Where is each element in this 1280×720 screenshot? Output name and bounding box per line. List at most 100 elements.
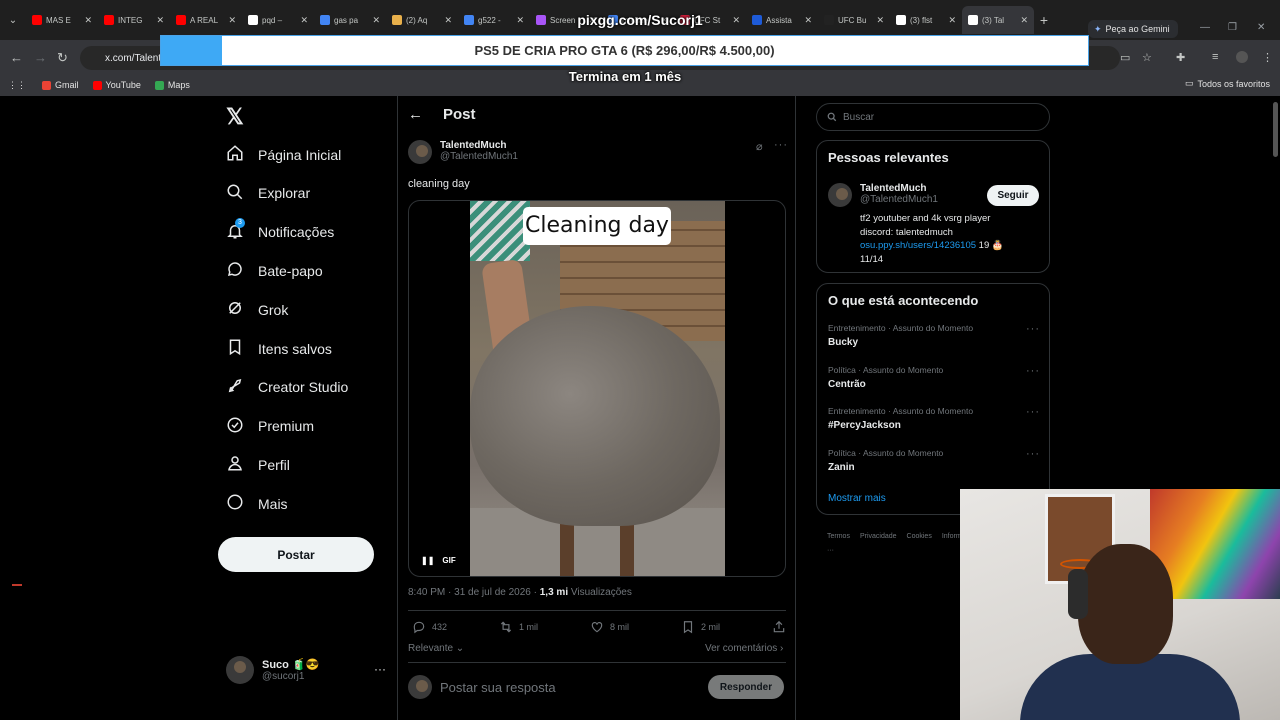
cast-icon[interactable]: ▭ [1120, 51, 1130, 64]
trends-title: O que está acontecendo [828, 293, 979, 308]
show-more-link[interactable]: Mostrar mais [828, 493, 886, 504]
trend-item[interactable]: Política · Assunto do Momento Zanin ··· [828, 448, 1043, 473]
post-time[interactable]: 8:40 PM · 31 de jul de 2026 · [408, 587, 540, 598]
more-circle-icon [226, 493, 244, 514]
views-count: 1,3 mi [539, 587, 569, 598]
gif-shirt [470, 201, 530, 261]
account-more-icon[interactable]: ··· [374, 662, 386, 676]
forward-icon[interactable]: → [34, 50, 47, 65]
footer-link[interactable]: Termos [827, 533, 850, 540]
post-column: ← Post TalentedMuch @TalentedMuch1 ⌀ ···… [397, 96, 796, 720]
nav-item-notifica-es[interactable]: 3 Notificações [226, 217, 335, 243]
menu-icon[interactable]: ⋮ [1262, 51, 1273, 64]
post-more-icon[interactable]: ··· [774, 139, 788, 151]
reply-submit-button[interactable]: Responder [708, 675, 784, 699]
post-author[interactable]: TalentedMuch @TalentedMuch1 [408, 140, 518, 164]
trend-item[interactable]: Entretenimento · Assunto do Momento #Perc… [828, 406, 1043, 431]
relevant-name: TalentedMuch [860, 183, 927, 194]
nav-item-perfil[interactable]: Perfil [226, 454, 290, 475]
grok-icon [226, 299, 244, 320]
nav-item-itens-salvos[interactable]: Itens salvos [226, 338, 332, 359]
gif-image[interactable]: Cleaning day [470, 201, 725, 576]
nav-item-label: Itens salvos [258, 340, 332, 357]
relevant-title: Pessoas relevantes [828, 150, 949, 165]
bell-icon: 3 [226, 217, 245, 243]
chevron-down-icon: ⌄ [453, 643, 465, 654]
trend-more-icon[interactable]: ··· [1026, 365, 1040, 377]
nav-item-p-gina-inicial[interactable]: Página Inicial [226, 144, 341, 165]
user-name: Suco 🧃😎 [262, 659, 320, 671]
trend-name: Bucky [828, 337, 859, 348]
address-text: x.com/Talente [105, 52, 167, 64]
account-switcher[interactable]: Suco 🧃😎 @sucorj1 ··· [226, 656, 386, 684]
nav-item-bate-papo[interactable]: Bate-papo [226, 260, 323, 281]
star-icon[interactable]: ☆ [1142, 51, 1152, 64]
reply-input[interactable]: Postar sua resposta [440, 680, 556, 695]
goal-text: PS5 DE CRIA PRO GTA 6 (R$ 296,00/R$ 4.50… [474, 43, 775, 58]
chat-icon [226, 260, 244, 281]
footer-link[interactable]: Cookies [907, 533, 932, 540]
share-icon [773, 620, 785, 633]
sort-replies-dropdown[interactable]: Relevante ⌄ [408, 643, 464, 654]
like-button[interactable]: 8 mil [590, 620, 629, 634]
trend-name: Zanin [828, 461, 855, 473]
donation-goal-bar: PS5 DE CRIA PRO GTA 6 (R$ 296,00/R$ 4.50… [160, 35, 1089, 66]
post-button[interactable]: Postar [218, 537, 374, 572]
nav-item-premium[interactable]: Premium [226, 416, 314, 437]
avatar [828, 183, 852, 207]
profile-avatar[interactable] [1236, 51, 1248, 63]
back-arrow-icon[interactable]: ← [408, 106, 423, 123]
nav-item-label: Explorar [258, 185, 311, 202]
x-logo-icon[interactable]: 𝕏 [226, 104, 246, 129]
footer-link[interactable]: Privacidade [860, 533, 897, 540]
bookmark-icon [683, 621, 693, 634]
reply-button[interactable]: 432 [412, 620, 447, 634]
search-input[interactable]: Buscar [816, 103, 1050, 131]
nav-item-label: Notificações [258, 224, 335, 241]
nav-item-mais[interactable]: Mais [226, 493, 288, 514]
avatar[interactable] [408, 140, 432, 164]
share-button[interactable] [772, 620, 786, 634]
repost-button[interactable]: 1 mil [499, 620, 538, 634]
view-comments-link[interactable]: Ver comentários › [705, 643, 783, 654]
trend-more-icon[interactable]: ··· [1026, 323, 1040, 335]
bookmark-button[interactable]: 2 mil [681, 620, 720, 634]
gif-caption: Cleaning day [523, 207, 671, 245]
webcam-overlay [960, 489, 1280, 720]
search-icon [827, 112, 837, 122]
repost-icon [500, 621, 512, 633]
author-name[interactable]: TalentedMuch [440, 140, 518, 151]
bio-link[interactable]: osu.ppy.sh/users/14236105 [860, 240, 976, 251]
search-icon [226, 183, 244, 204]
nav-item-label: Grok [258, 301, 289, 318]
follow-button[interactable]: Seguir [987, 185, 1039, 206]
nav-item-label: Creator Studio [258, 379, 349, 396]
bio-birthday: 19 🎂 [976, 240, 1004, 251]
relevant-user[interactable]: TalentedMuch @TalentedMuch1 [828, 183, 938, 207]
scrollbar-thumb[interactable] [1273, 102, 1278, 157]
post-media[interactable]: Cleaning day ❚❚ GIF [408, 200, 786, 577]
person-icon [226, 454, 244, 475]
reload-icon[interactable]: ↻ [57, 50, 68, 66]
trend-item[interactable]: Política · Assunto do Momento Centrão ··· [828, 365, 1043, 390]
nav-item-creator-studio[interactable]: Creator Studio [226, 377, 348, 398]
heart-icon [591, 622, 603, 633]
extensions-icon[interactable]: ✚ [1176, 51, 1185, 64]
trend-item[interactable]: Entretenimento · Assunto do Momento Bucky… [828, 323, 1043, 348]
bio-line: discord: talentedmuch [860, 226, 953, 238]
grok-icon[interactable]: ⌀ [756, 140, 763, 153]
trend-more-icon[interactable]: ··· [1026, 448, 1040, 460]
relevant-bio: tf2 youtuber and 4k vsrg player discord:… [860, 212, 1040, 266]
media-icon[interactable]: ≡ [1212, 51, 1218, 63]
nav-item-grok[interactable]: Grok [226, 299, 288, 320]
trend-more-icon[interactable]: ··· [1026, 406, 1040, 418]
reply-composer[interactable]: Postar sua resposta [408, 675, 556, 699]
nav-item-label: Mais [258, 495, 288, 512]
pause-icon[interactable]: ❚❚ [421, 556, 434, 565]
relevant-people-card: Pessoas relevantes TalentedMuch @Talente… [816, 140, 1050, 273]
nav-item-explorar[interactable]: Explorar [226, 183, 310, 204]
gif-label: GIF [442, 556, 456, 565]
back-icon[interactable]: ← [10, 50, 23, 65]
divider [408, 610, 786, 611]
like-count: 8 mil [609, 622, 629, 632]
